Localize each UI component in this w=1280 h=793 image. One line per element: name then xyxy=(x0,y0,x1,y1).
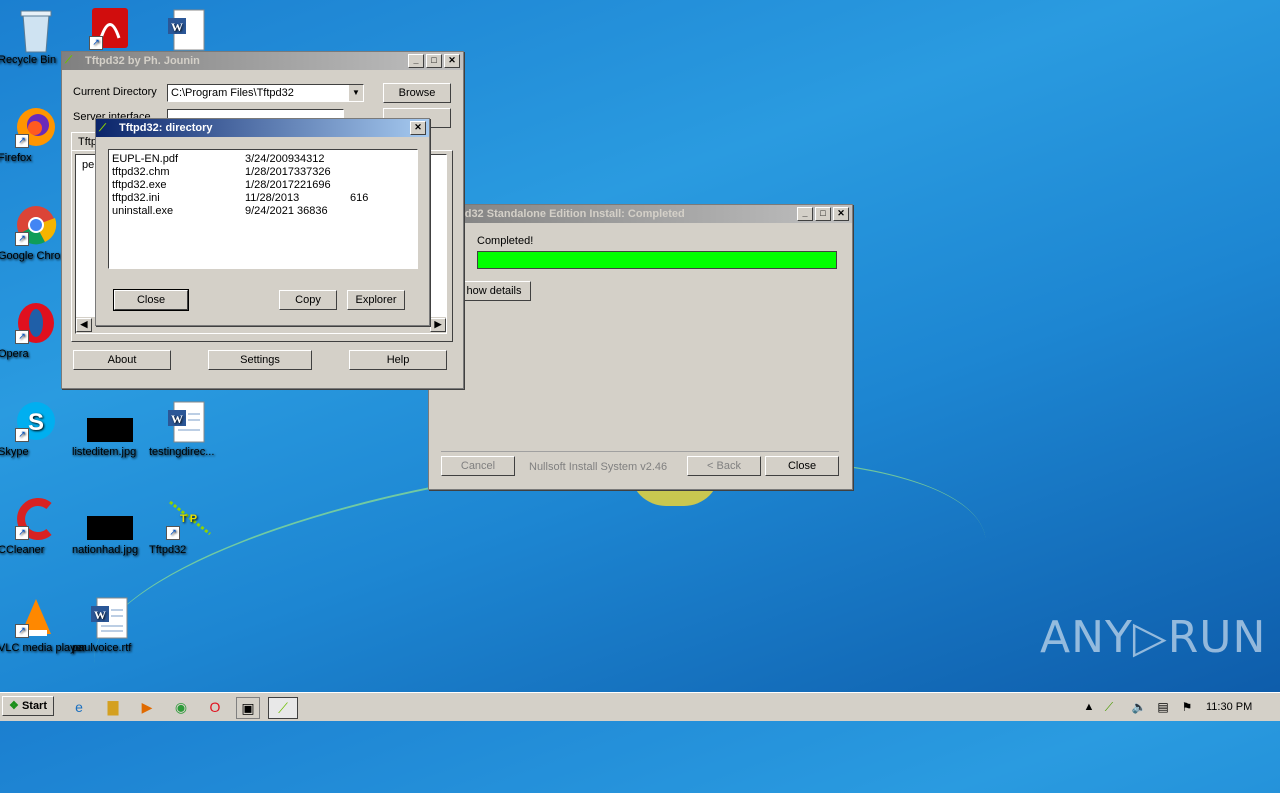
chrome-icon: ↗ xyxy=(15,204,57,246)
ie-icon[interactable]: e xyxy=(68,697,90,717)
desktop-icon-recycle-bin[interactable]: Recycle Bin xyxy=(0,8,74,66)
word-document-icon: W xyxy=(89,596,131,639)
close-icon[interactable]: ✕ xyxy=(410,121,426,135)
minimize-button[interactable]: _ xyxy=(408,54,424,68)
install-progress-bar xyxy=(477,251,837,269)
volume-icon[interactable]: 🔈 xyxy=(1128,697,1150,717)
file-date: 11/28/2013 xyxy=(245,192,300,204)
close-icon[interactable]: ✕ xyxy=(833,207,849,221)
file-date: 9/24/2021 36836 xyxy=(245,205,328,217)
desktop-icon-ccleaner[interactable]: ↗ CCleaner xyxy=(0,498,74,556)
cmd-window-icon[interactable]: ▣ xyxy=(236,697,260,719)
word-document-icon: W xyxy=(166,8,208,51)
tftpd32-titlebar[interactable]: ⟋ Tftpd32 by Ph. Jounin _ □ ✕ xyxy=(62,52,463,70)
desktop-icon-nationhad[interactable]: nationhad.jpg xyxy=(72,498,148,556)
tftpd32-icon: ⟋ xyxy=(65,55,72,66)
settings-button[interactable]: Settings xyxy=(208,350,312,370)
directory-dialog[interactable]: ⟋ Tftpd32: directory ✕ EUPL-EN.pdf 3/24/2… xyxy=(95,118,430,326)
tftpd32-icon: T P ↗ xyxy=(166,498,211,540)
maximize-button[interactable]: □ xyxy=(815,207,831,221)
close-button[interactable]: Close xyxy=(113,289,189,311)
vlc-icon: ↗ xyxy=(15,596,57,638)
media-player-icon[interactable]: ▶ xyxy=(136,697,158,717)
clock[interactable]: 11:30 PM xyxy=(1206,701,1252,713)
word-document-icon: W xyxy=(166,400,208,443)
installer-titlebar[interactable]: pd32 Standalone Edition Install: Complet… xyxy=(429,205,852,223)
windows-logo-icon: ❖ xyxy=(9,700,19,712)
show-details-button[interactable]: how details xyxy=(457,281,531,301)
close-button[interactable]: Close xyxy=(765,456,839,476)
svg-text:S: S xyxy=(28,409,44,436)
opera-icon[interactable]: O xyxy=(204,697,226,717)
svg-text:W: W xyxy=(94,608,106,622)
flag-icon[interactable]: ⚑ xyxy=(1176,697,1198,717)
file-name: EUPL-EN.pdf xyxy=(112,153,179,165)
current-directory-combo[interactable]: C:\Program Files\Tftpd32 ▼ xyxy=(167,84,364,102)
file-name: tftpd32.ini xyxy=(112,192,160,204)
start-button[interactable]: ❖ Start xyxy=(2,696,54,716)
help-button[interactable]: Help xyxy=(349,350,447,370)
svg-text:W: W xyxy=(171,20,183,34)
ccleaner-icon: ↗ xyxy=(15,498,57,540)
chevron-up-icon[interactable]: ▲ xyxy=(1078,697,1100,717)
nsis-branding: Nullsoft Install System v2.46 xyxy=(529,461,668,473)
install-status: Completed! xyxy=(477,235,534,247)
chevron-down-icon[interactable]: ▼ xyxy=(349,85,363,101)
directory-dialog-titlebar[interactable]: ⟋ Tftpd32: directory ✕ xyxy=(96,119,429,137)
skype-icon: S ↗ xyxy=(15,400,57,442)
copy-button[interactable]: Copy xyxy=(279,290,337,310)
scroll-right-icon[interactable]: ▶ xyxy=(430,318,446,332)
anyrun-watermark: ANY▷RUN xyxy=(1040,612,1267,663)
maximize-button[interactable]: □ xyxy=(426,54,442,68)
cancel-button[interactable]: Cancel xyxy=(441,456,515,476)
opera-icon: ↗ xyxy=(15,302,57,344)
back-button[interactable]: < Back xyxy=(687,456,761,476)
tftpd32-icon: ⟋ xyxy=(99,122,106,134)
about-button[interactable]: About xyxy=(73,350,171,370)
image-file-icon xyxy=(87,498,133,540)
taskbar: ❖ Start e ▇ ▶ ◉ O ▣ ⟋ ▲ ⟋ 🔈 ▤ ⚑ 11:30 PM xyxy=(0,692,1280,721)
current-directory-label: Current Directory xyxy=(73,86,157,98)
tftpd32-taskbar-icon[interactable]: ⟋ xyxy=(268,697,298,719)
desktop-icon-testingdirec[interactable]: W testingdirec... xyxy=(149,400,225,458)
svg-text:W: W xyxy=(171,412,183,426)
file-date: 3/24/200934312 xyxy=(245,153,325,165)
desktop-icon-vlc[interactable]: ↗ VLC media player xyxy=(0,596,85,654)
minimize-button[interactable]: _ xyxy=(797,207,813,221)
file-name: tftpd32.exe xyxy=(112,179,167,191)
tftpd32-tray-icon[interactable]: ⟋ xyxy=(1098,697,1120,717)
divider xyxy=(441,451,839,452)
firefox-icon: ↗ xyxy=(15,106,57,148)
file-date: 1/28/2017221696 xyxy=(245,179,331,191)
explorer-button[interactable]: Explorer xyxy=(347,290,405,310)
network-icon[interactable]: ▤ xyxy=(1152,697,1174,717)
browse-button[interactable]: Browse xyxy=(383,83,451,103)
close-icon[interactable]: ✕ xyxy=(444,54,460,68)
desktop-icon-tftpd32[interactable]: T P ↗ Tftpd32 xyxy=(149,498,225,556)
desktop-icon-pdf[interactable]: ↗ xyxy=(72,8,148,54)
desktop-icon-skype[interactable]: S ↗ Skype xyxy=(0,400,74,458)
file-name: uninstall.exe xyxy=(112,205,174,217)
desktop-icon-word-doc[interactable]: W xyxy=(149,8,225,54)
file-date: 1/28/2017337326 xyxy=(245,166,331,178)
acrobat-icon: ↗ xyxy=(89,8,131,50)
desktop-icon-listeditem[interactable]: listeditem.jpg xyxy=(72,400,148,458)
svg-text:T P: T P xyxy=(180,513,197,525)
file-size: 616 xyxy=(350,192,369,204)
install-progress-fill xyxy=(478,252,836,268)
directory-file-list[interactable]: EUPL-EN.pdf 3/24/200934312 tftpd32.chm 1/28… xyxy=(108,149,418,269)
recycle-bin-icon xyxy=(15,8,57,53)
chrome-icon[interactable]: ◉ xyxy=(170,697,192,717)
file-name: tftpd32.chm xyxy=(112,166,170,178)
scroll-left-icon[interactable]: ◀ xyxy=(76,318,92,332)
desktop-icon-paulvoice[interactable]: W paulvoice.rtf xyxy=(72,596,148,654)
image-file-icon xyxy=(87,400,133,442)
installer-window[interactable]: pd32 Standalone Edition Install: Complet… xyxy=(428,204,853,490)
folder-icon[interactable]: ▇ xyxy=(102,697,124,717)
